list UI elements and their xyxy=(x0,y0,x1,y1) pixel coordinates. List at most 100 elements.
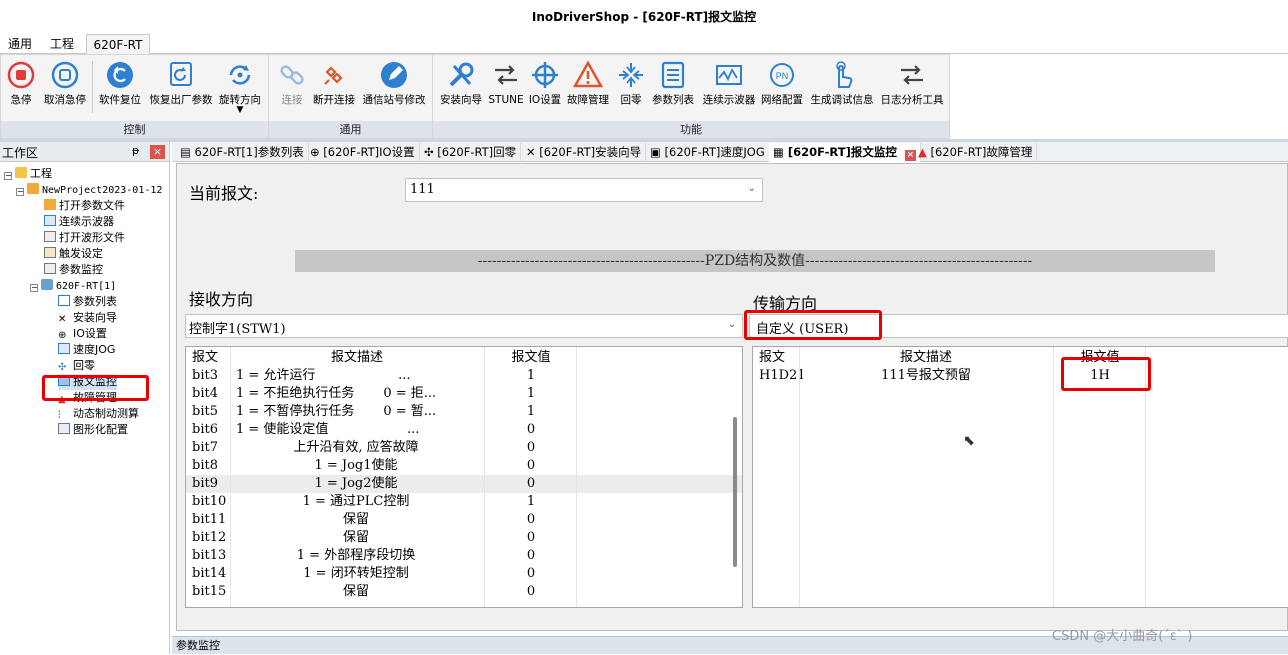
install-wizard-button[interactable]: 安装向导 xyxy=(437,57,485,119)
tree-item-dynamic-brake[interactable]: ⫶ 动态制动测算 xyxy=(58,406,139,422)
stune-button[interactable]: STUNE xyxy=(487,57,525,119)
network-config-button[interactable]: PN 网络配置 xyxy=(759,57,805,119)
table-row[interactable]: bit4 1 = 不拒绝执行任务 0 = 拒... 1 xyxy=(186,385,742,403)
log-analysis-button[interactable]: 日志分析工具 xyxy=(879,57,945,119)
tree-item-open-param-file[interactable]: 打开参数文件 xyxy=(44,198,125,214)
io-settings-button[interactable]: IO设置 xyxy=(527,57,563,119)
chevron-down-icon: ⌄ xyxy=(747,183,756,194)
wrench-icon: ✕ xyxy=(58,314,67,325)
close-icon[interactable]: × xyxy=(150,145,165,159)
oscilloscope-icon xyxy=(44,215,56,226)
tree-item-oscilloscope[interactable]: 连续示波器 xyxy=(44,214,114,230)
tab-homing[interactable]: ✣ [620F-RT]回零 xyxy=(420,143,522,162)
factory-reset-icon xyxy=(170,62,192,86)
cell-value: 0 xyxy=(526,512,536,527)
cell-description: 1 = 不暂停执行任务 0 = 暂... xyxy=(236,404,437,419)
debug-info-button[interactable]: 生成调试信息 xyxy=(805,57,879,119)
tab-telegram-monitor[interactable]: ▦ [620F-RT]报文监控 × xyxy=(769,143,921,162)
cell-bit: bit5 xyxy=(192,404,218,419)
pn-icon: PN xyxy=(770,63,794,87)
table-row[interactable]: bit13 1 = 外部程序段切换 0 xyxy=(186,547,742,565)
column-header: 报文 xyxy=(759,350,786,365)
table-row[interactable]: bit5 1 = 不暂停执行任务 0 = 暂... 1 xyxy=(186,403,742,421)
menu-tab-device[interactable]: 620F-RT xyxy=(86,34,150,55)
collapse-icon[interactable]: − xyxy=(4,172,12,180)
cell-bit: bit4 xyxy=(192,386,218,401)
disconnect-button[interactable]: 断开连接 xyxy=(311,57,357,119)
telegram-icon: ▦ xyxy=(773,145,788,159)
receive-control-word-select[interactable]: 控制字1(STW1) ⌄ xyxy=(185,314,743,338)
table-row[interactable]: bit15 保留 0 xyxy=(186,583,742,601)
software-reset-button[interactable]: 软件复位 xyxy=(95,57,145,119)
oscilloscope-button[interactable]: 连续示波器 xyxy=(699,57,759,119)
cell-description: 1 = 通过PLC控制 xyxy=(302,494,410,509)
folder-icon xyxy=(15,167,27,178)
column-header: 报文描述 xyxy=(330,350,383,365)
table-row[interactable]: bit14 1 = 闭环转矩控制 0 xyxy=(186,565,742,583)
column-header: 报文值 xyxy=(511,350,551,365)
table-row[interactable]: bit8 1 = Jog1使能 0 xyxy=(186,457,742,475)
factory-reset-button[interactable]: 恢复出厂参数 xyxy=(146,57,216,119)
tab-param-list[interactable]: ▤ 620F-RT[1]参数列表 xyxy=(176,143,309,162)
cell-description: 保留 xyxy=(342,530,369,545)
menu-tab-general[interactable]: 通用 xyxy=(0,34,40,55)
svg-text:PN: PN xyxy=(776,71,789,81)
scrollbar-thumb[interactable] xyxy=(733,417,737,567)
tree-item-open-wave-file[interactable]: 打开波形文件 xyxy=(44,230,125,246)
table-row[interactable]: H1D21 111号报文预留 1H xyxy=(753,367,1288,385)
table-row[interactable]: bit7 上升沿有效, 应答故障 0 xyxy=(186,439,742,457)
ribbon-group-general: 连接 断开连接 通信站号修改 通用 xyxy=(269,55,433,138)
tree-item-io-settings[interactable]: ⊕ IO设置 xyxy=(58,326,107,342)
tree-item-param-monitor[interactable]: 参数监控 xyxy=(44,262,103,278)
cell-bit: bit12 xyxy=(192,530,227,545)
current-telegram-label: 当前报文: xyxy=(189,184,259,203)
unlink-icon xyxy=(324,66,343,85)
tree-item-speed-jog[interactable]: 速度JOG xyxy=(58,342,115,358)
emergency-stop-button[interactable]: 急停 xyxy=(3,57,39,119)
collapse-icon[interactable]: − xyxy=(16,188,24,196)
oscilloscope-icon xyxy=(716,65,742,85)
station-number-edit-button[interactable]: 通信站号修改 xyxy=(359,57,429,119)
table-row[interactable]: bit10 1 = 通过PLC控制 1 xyxy=(186,493,742,511)
tree-item-project[interactable]: − 工程 xyxy=(4,166,52,182)
cell-value: 0 xyxy=(526,422,536,437)
table-row[interactable]: bit9 1 = Jog2使能 0 xyxy=(186,475,742,493)
reset-icon xyxy=(107,62,133,88)
table-row[interactable]: bit12 保留 0 xyxy=(186,529,742,547)
menu-tab-project[interactable]: 工程 xyxy=(42,34,82,55)
tree-item-newproject[interactable]: − NewProject2023-01-12 xyxy=(16,182,162,198)
tab-install-wizard[interactable]: ✕ [620F-RT]安装向导 xyxy=(522,143,647,162)
parameter-list-button[interactable]: 参数列表 xyxy=(649,57,697,119)
collapse-icon[interactable]: − xyxy=(30,284,38,292)
tab-speed-jog[interactable]: ▣ [620F-RT]速度JOG xyxy=(646,143,770,162)
table-row[interactable]: bit3 1 = 允许运行 ... 1 xyxy=(186,367,742,385)
table-row[interactable]: bit11 保留 0 xyxy=(186,511,742,529)
table-row[interactable]: bit6 1 = 使能设定值 ... 0 xyxy=(186,421,742,439)
connect-button[interactable]: 连接 xyxy=(275,57,309,119)
fault-management-button[interactable]: 故障管理 xyxy=(565,57,611,119)
cell-description: 1 = Jog1使能 xyxy=(314,458,398,473)
folder-open-icon xyxy=(27,183,39,194)
tab-fault-management[interactable]: ▲ [620F-RT]故障管理 xyxy=(914,143,1038,162)
tune-arrows-icon xyxy=(495,65,517,85)
cell-bit: bit10 xyxy=(192,494,227,509)
tab-io-settings[interactable]: ⊕ [620F-RT]IO设置 xyxy=(306,143,420,162)
pin-icon[interactable]: ᵽ xyxy=(132,144,139,157)
cell-bit: bit8 xyxy=(192,458,218,473)
tree-item-graphic-config[interactable]: 图形化配置 xyxy=(58,422,128,438)
tree-item-install-wizard[interactable]: ✕ 安装向导 xyxy=(58,310,117,326)
current-telegram-select[interactable]: 111 ⌄ xyxy=(405,178,763,202)
rotation-direction-button[interactable]: 旋转方向 ▼ xyxy=(215,57,265,119)
cell-value: 0 xyxy=(526,530,536,545)
homing-button[interactable]: 回零 xyxy=(613,57,649,119)
tree-item-homing[interactable]: ✣ 回零 xyxy=(58,358,95,374)
tree-item-trigger[interactable]: 触发设定 xyxy=(44,246,103,262)
mouse-cursor-icon: ⬉ xyxy=(963,433,975,449)
tree-item-param-list[interactable]: 参数列表 xyxy=(58,294,117,310)
cell-description: 1 = 不拒绝执行任务 0 = 拒... xyxy=(236,386,437,401)
column-divider xyxy=(484,347,485,607)
tree-item-device[interactable]: −620F-RT[1] xyxy=(30,278,116,294)
warning-icon: ▲ xyxy=(918,145,931,159)
cancel-emergency-stop-button[interactable]: 取消急停 xyxy=(41,57,89,119)
cell-value: 1 xyxy=(526,404,536,419)
